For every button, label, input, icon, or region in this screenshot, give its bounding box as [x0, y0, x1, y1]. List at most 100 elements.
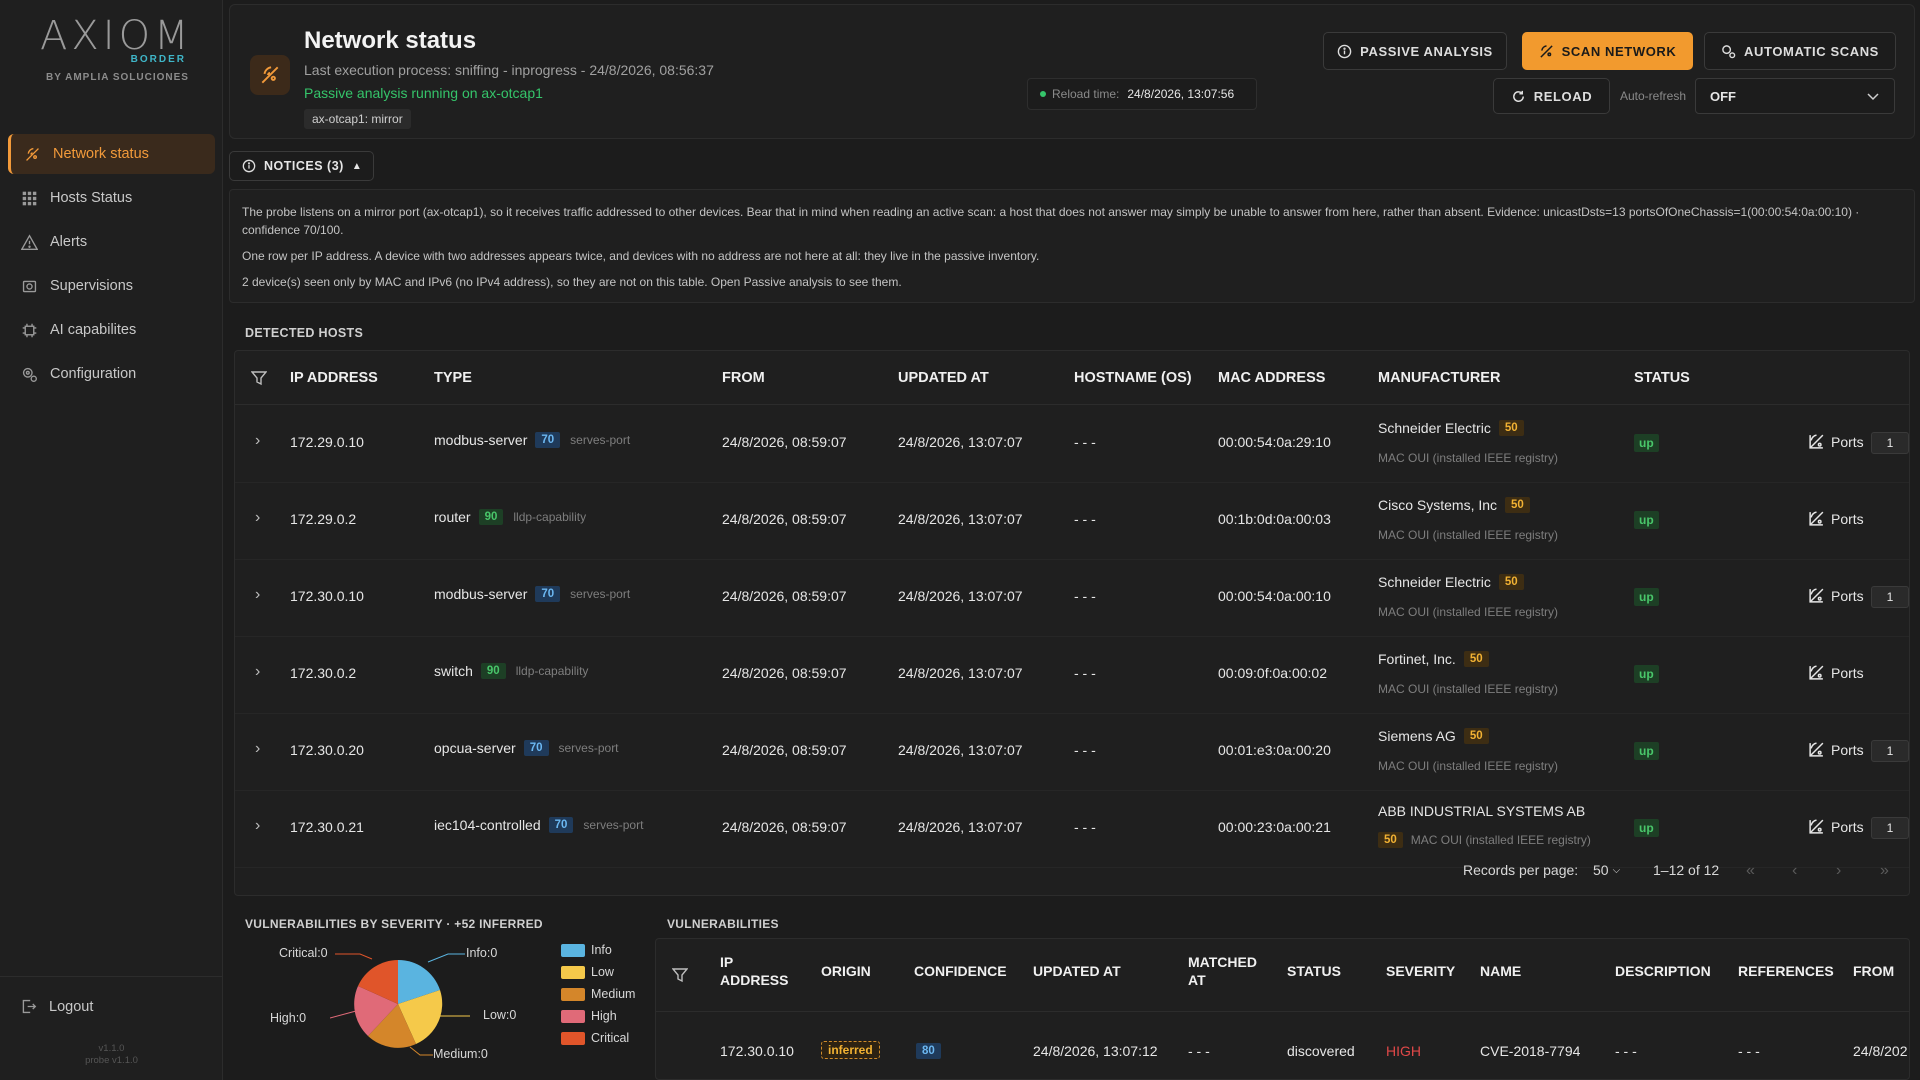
column-header[interactable]: TYPE	[434, 351, 472, 405]
refresh-icon	[1512, 90, 1524, 102]
logout-button[interactable]: Logout	[20, 998, 93, 1015]
table-row[interactable]: › 172.30.0.2 switch 90 lldp-capability 24/8/2…	[235, 637, 1909, 714]
notices-toggle[interactable]: NOTICES (3) ▲	[229, 151, 374, 181]
filter-icon[interactable]	[672, 967, 688, 983]
status-badge: up	[1634, 742, 1659, 760]
host-ip: 172.29.0.10	[290, 434, 364, 450]
column-header[interactable]: MAC ADDRESS	[1218, 351, 1325, 405]
auto-refresh-select[interactable]: OFF	[1695, 78, 1895, 114]
sidebar-item-network-status[interactable]: Network status	[8, 134, 215, 174]
column-header[interactable]: STATUS	[1287, 962, 1341, 980]
chevron-right-icon[interactable]: ›	[255, 740, 260, 758]
mfr-label: Cisco Systems, Inc	[1378, 497, 1498, 513]
scan-network-label: SCAN NETWORK	[1561, 43, 1677, 59]
host-ip: 172.30.0.10	[290, 588, 364, 604]
column-header[interactable]: UPDATED AT	[1033, 962, 1121, 980]
port-count-badge: 1	[1871, 586, 1909, 608]
column-header[interactable]: CONFIDENCE	[914, 962, 1007, 980]
brand-logo[interactable]: AXIOM BORDER BY AMPLIA SOLUCIONES	[40, 14, 190, 89]
vuln-updated: 24/8/2026, 13:07:12	[1033, 1043, 1158, 1059]
host-manufacturer: Schneider Electric 50	[1378, 420, 1524, 436]
caret-up-icon: ▲	[351, 160, 363, 172]
column-header[interactable]: FROM	[1853, 962, 1894, 980]
vuln-from: 24/8/202	[1853, 1043, 1908, 1059]
sidebar-item-configuration[interactable]: Configuration	[8, 354, 215, 394]
automatic-scans-button[interactable]: AUTOMATIC SCANS	[1704, 32, 1896, 70]
next-page-icon[interactable]: ›	[1836, 862, 1841, 880]
legend-item-high[interactable]: High	[561, 1005, 635, 1027]
ports-label: Ports	[1831, 741, 1864, 758]
chevron-right-icon[interactable]: ›	[255, 509, 260, 527]
column-header[interactable]: UPDATED AT	[898, 351, 989, 405]
host-from: 24/8/2026, 08:59:07	[722, 588, 847, 604]
reload-button[interactable]: RELOAD	[1493, 78, 1610, 114]
ports-button[interactable]: Ports	[1808, 433, 1864, 450]
sidebar-item-ai-capabilities[interactable]: AI capabilites	[8, 310, 215, 350]
host-ip: 172.29.0.2	[290, 511, 357, 527]
column-header[interactable]: HOSTNAME (OS)	[1074, 351, 1192, 405]
chevron-right-icon[interactable]: ›	[255, 817, 260, 835]
first-page-icon[interactable]: «	[1746, 862, 1755, 880]
table-row[interactable]: › 172.30.0.20 opcua-server 70 serves-port 24/…	[235, 714, 1909, 791]
column-header[interactable]: IP ADDRESS	[290, 351, 378, 405]
column-header[interactable]: MANUFACTURER	[1378, 351, 1500, 405]
last-page-icon[interactable]: »	[1880, 862, 1889, 880]
legend-item-low[interactable]: Low	[561, 961, 635, 983]
sidebar-item-label: Network status	[53, 146, 149, 162]
host-ip: 172.30.0.21	[290, 819, 364, 835]
ports-button[interactable]: Ports	[1808, 741, 1864, 758]
sidebar-item-alerts[interactable]: Alerts	[8, 222, 215, 262]
column-header[interactable]: ORIGIN	[821, 962, 871, 980]
ports-button[interactable]: Ports	[1808, 510, 1864, 527]
host-mac: 00:00:23:0a:00:21	[1218, 819, 1331, 835]
scan-network-button[interactable]: SCAN NETWORK	[1522, 32, 1693, 70]
passive-analysis-button[interactable]: PASSIVE ANALYSIS	[1323, 32, 1507, 70]
host-hostname: - - -	[1074, 819, 1096, 835]
manufacturer-source: MAC OUI (installed IEEE registry)	[1378, 451, 1559, 465]
legend-item-critical[interactable]: Critical	[561, 1027, 635, 1049]
table-row[interactable]: › 172.29.0.10 modbus-server 70 serves-port 24…	[235, 406, 1909, 483]
ports-icon	[1809, 511, 1824, 526]
ports-button[interactable]: Ports	[1808, 664, 1864, 681]
prev-page-icon[interactable]: ‹	[1792, 862, 1797, 880]
column-header[interactable]: FROM	[722, 351, 765, 405]
notices-label: NOTICES (3)	[264, 159, 344, 173]
ports-button[interactable]: Ports	[1808, 818, 1864, 835]
hosts-section-title: DETECTED HOSTS	[245, 326, 364, 340]
ports-label: Ports	[1831, 510, 1864, 527]
table-row[interactable]: › 172.30.0.10 modbus-server 70 serves-port 24…	[235, 560, 1909, 637]
column-header[interactable]: REFERENCES	[1738, 962, 1834, 980]
legend-item-info[interactable]: Info	[561, 939, 635, 961]
chevron-right-icon[interactable]: ›	[255, 586, 260, 604]
manufacturer-source: 50 MAC OUI (installed IEEE registry)	[1378, 832, 1591, 848]
column-header[interactable]: MATCHED AT	[1188, 953, 1258, 989]
host-manufacturer: Fortinet, Inc. 50	[1378, 651, 1489, 667]
mfr-label: Siemens AG	[1378, 728, 1456, 744]
column-header[interactable]: NAME	[1480, 962, 1521, 980]
table-row[interactable]: › 172.29.0.2 router 90 lldp-capability 24/8/2…	[235, 483, 1909, 560]
column-header[interactable]: SEVERITY	[1386, 962, 1455, 980]
vuln-name[interactable]: CVE-2018-7794	[1480, 1043, 1580, 1059]
type-source: serves-port	[558, 741, 619, 755]
chevron-right-icon[interactable]: ›	[255, 663, 260, 681]
sidebar-item-supervisions[interactable]: Supervisions	[8, 266, 215, 306]
records-per-page-select[interactable]: 50 ⌵	[1593, 862, 1620, 878]
column-header[interactable]: STATUS	[1634, 351, 1690, 405]
table-row[interactable]: › 172.30.0.21 iec104-controlled 70 serves-po…	[235, 791, 1909, 868]
brand-tag: BORDER	[130, 54, 186, 65]
ports-button[interactable]: Ports	[1808, 587, 1864, 604]
host-updated: 24/8/2026, 13:07:07	[898, 742, 1023, 758]
host-from: 24/8/2026, 08:59:07	[722, 434, 847, 450]
host-hostname: - - -	[1074, 588, 1096, 604]
filter-icon[interactable]	[251, 351, 267, 405]
sidebar-item-hosts-status[interactable]: Hosts Status	[8, 178, 215, 218]
vuln-description: - - -	[1615, 1043, 1637, 1059]
column-header[interactable]: IP ADDRESS	[720, 953, 790, 989]
host-hostname: - - -	[1074, 742, 1096, 758]
mfr-score-badge: 50	[1378, 832, 1403, 848]
host-type-label: modbus-server	[434, 432, 528, 448]
pie-label-info: Info:0	[466, 946, 498, 960]
column-header[interactable]: DESCRIPTION	[1615, 962, 1711, 980]
chevron-right-icon[interactable]: ›	[255, 432, 260, 450]
legend-item-medium[interactable]: Medium	[561, 983, 635, 1005]
